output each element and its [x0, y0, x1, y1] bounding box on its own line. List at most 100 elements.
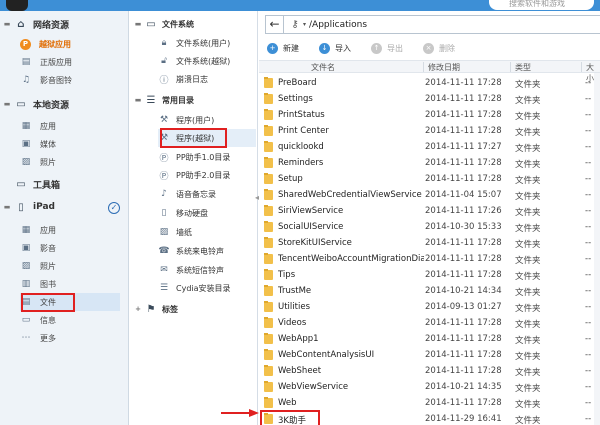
- delete-button[interactable]: × 删除: [423, 42, 455, 54]
- dir-item-wallpaper[interactable]: ▨ 墙纸: [158, 223, 256, 241]
- table-row[interactable]: WebContentAnalysisUI 2014-11-11 17:28 文件夹 -…: [259, 347, 600, 363]
- collapse-icon[interactable]: ▬: [132, 20, 144, 28]
- sidebar-item-jailbreak-apps[interactable]: P 越狱应用: [20, 35, 120, 53]
- sidebar-item-local-media[interactable]: ▣ 媒体: [20, 135, 120, 153]
- section-filesystem[interactable]: ▬ ▭ 文件系统: [130, 15, 258, 33]
- sidebar-item-ipad-photos[interactable]: ▨ 照片: [20, 257, 120, 275]
- table-row[interactable]: TrustMe 2014-10-21 14:34 文件夹 --: [259, 283, 600, 299]
- expand-icon[interactable]: +: [132, 305, 144, 313]
- sidebar-section-network[interactable]: ▬ ⌂ 网络资源: [0, 15, 129, 33]
- collapse-icon[interactable]: ▬: [132, 96, 144, 104]
- column-header-type[interactable]: 类型: [515, 62, 531, 73]
- dir-item-pp2-dir[interactable]: Ⓟ PP助手2.0目录: [158, 166, 256, 184]
- export-button[interactable]: ↑ 导出: [371, 42, 403, 54]
- table-row[interactable]: PreBoard 2014-11-11 17:28 文件夹 --: [259, 75, 600, 91]
- folder-icon: [264, 93, 273, 104]
- dir-item-voice-memos[interactable]: ♪ 语音备忘录: [158, 185, 256, 203]
- table-row[interactable]: WebSheet 2014-11-11 17:28 文件夹 --: [259, 363, 600, 379]
- table-row[interactable]: PrintStatus 2014-11-11 17:28 文件夹 --: [259, 107, 600, 123]
- back-button[interactable]: ←: [266, 16, 284, 33]
- file-date: 2014-11-11 17:28: [425, 254, 502, 264]
- vertical-scrollbar[interactable]: [594, 73, 600, 425]
- collapse-icon[interactable]: ▬: [0, 20, 14, 28]
- table-row[interactable]: Setup 2014-11-11 17:28 文件夹 --: [259, 171, 600, 187]
- table-row[interactable]: quicklookd 2014-11-11 17:27 文件夹 --: [259, 139, 600, 155]
- store-icon: ▤: [21, 57, 31, 67]
- file-date: 2014-11-11 17:28: [425, 270, 502, 280]
- section-common-dirs[interactable]: ▬ ☰ 常用目录: [130, 91, 258, 109]
- dir-item-mobile-disk[interactable]: ▯ 移动硬盘: [158, 204, 256, 222]
- lock-icon: 🔒︎: [161, 38, 167, 48]
- file-name: WebContentAnalysisUI: [278, 350, 375, 360]
- folder-icon: [264, 237, 273, 248]
- sidebar-item-ipad-more[interactable]: ⋯ 更多: [20, 329, 120, 347]
- sidebar-item-genuine-apps[interactable]: ▤ 正版应用: [20, 53, 120, 71]
- table-row[interactable]: TencentWeiboAccountMigrationDia... 2014-1…: [259, 251, 600, 267]
- section-tags[interactable]: + ⚑ 标签: [130, 300, 258, 318]
- dir-item-cydia-dir[interactable]: ☰ Cydia安装目录: [158, 279, 256, 297]
- dir-item-crash-logs[interactable]: ⓘ 崩溃日志: [158, 70, 256, 88]
- new-button[interactable]: + 新建: [267, 42, 299, 54]
- sidebar-item-local-photos[interactable]: ▨ 照片: [20, 153, 120, 171]
- table-row[interactable]: SharedWebCredentialViewService 2014-11-04…: [259, 187, 600, 203]
- table-row[interactable]: WebApp1 2014-11-11 17:28 文件夹 --: [259, 331, 600, 347]
- toolbox-icon: ▭: [16, 178, 26, 190]
- sidebar-item-local-apps[interactable]: ▦ 应用: [20, 117, 120, 135]
- dir-item-filesystem-user[interactable]: 🔒︎ 文件系统(用户): [158, 34, 256, 52]
- sidebar-item-ipad-books[interactable]: ▥ 图书: [20, 275, 120, 293]
- file-type: 文件夹: [515, 384, 541, 394]
- import-icon: ↓: [319, 42, 330, 54]
- folder-icon: [264, 141, 273, 152]
- dir-item-sms-ringtones[interactable]: ✉ 系统短信铃声: [158, 261, 256, 279]
- file-date: 2014-11-11 17:28: [425, 78, 502, 88]
- folder-icon: [264, 189, 273, 200]
- file-type: 文件夹: [515, 192, 541, 202]
- folder-icon: [264, 333, 273, 344]
- table-row[interactable]: Web 2014-11-11 17:28 文件夹 --: [259, 395, 600, 411]
- table-row[interactable]: SiriViewService 2014-11-11 17:26 文件夹 --: [259, 203, 600, 219]
- table-row[interactable]: Videos 2014-11-11 17:28 文件夹 --: [259, 315, 600, 331]
- file-date: 2014-11-11 17:26: [425, 206, 502, 216]
- sidebar-item-ipad-media[interactable]: ▣ 影音: [20, 239, 120, 257]
- sidebar-section-toolbox[interactable]: ▭ 工具箱: [0, 175, 129, 193]
- sidebar-item-ipad-apps[interactable]: ▦ 应用: [20, 221, 120, 239]
- chevron-down-icon[interactable]: ▾: [303, 21, 306, 28]
- table-row[interactable]: Tips 2014-11-11 17:28 文件夹 --: [259, 267, 600, 283]
- table-row[interactable]: SocialUIService 2014-10-30 15:33 文件夹 --: [259, 219, 600, 235]
- table-row[interactable]: WebViewService 2014-10-21 14:35 文件夹 --: [259, 379, 600, 395]
- file-date: 2014-11-11 17:28: [425, 126, 502, 136]
- file-browser: ← ⚷ ▾ /Applications + 新建 ↓ 导入 ↑ 导出 × 删除 文件名 …: [259, 11, 600, 425]
- file-date: 2014-11-11 17:28: [425, 398, 502, 408]
- list-icon: ☰: [159, 283, 169, 293]
- folder-icon: [264, 205, 273, 216]
- file-type: 文件夹: [515, 208, 541, 218]
- sidebar-item-ipad-messages[interactable]: ▭ 信息: [20, 311, 120, 329]
- file-date: 2014-11-11 17:28: [425, 334, 502, 344]
- search-input[interactable]: 搜索软件和游戏: [489, 0, 594, 10]
- dir-item-programs-user[interactable]: ⚒ 程序(用户): [158, 111, 256, 129]
- file-name: PreBoard: [278, 78, 317, 88]
- sidebar-item-media-ringtones[interactable]: ♫ 影音图铃: [20, 71, 120, 89]
- collapse-icon[interactable]: ▬: [0, 100, 14, 108]
- table-row[interactable]: Utilities 2014-09-13 01:27 文件夹 --: [259, 299, 600, 315]
- file-type: 文件夹: [515, 320, 541, 330]
- table-row[interactable]: Reminders 2014-11-11 17:28 文件夹 --: [259, 155, 600, 171]
- dir-item-call-ringtones[interactable]: ☎ 系统来电铃声: [158, 242, 256, 260]
- file-name: TencentWeiboAccountMigrationDia...: [278, 254, 424, 264]
- sidebar-section-local[interactable]: ▬ ▭ 本地资源: [0, 95, 129, 113]
- table-row[interactable]: Print Center 2014-11-11 17:28 文件夹 --: [259, 123, 600, 139]
- dir-item-filesystem-jailbreak[interactable]: 🔓︎ 文件系统(越狱): [158, 52, 256, 70]
- folder-icon: [264, 397, 273, 408]
- path-text[interactable]: /Applications: [309, 20, 367, 30]
- column-header-date[interactable]: 修改日期: [428, 62, 460, 73]
- import-button[interactable]: ↓ 导入: [319, 42, 351, 54]
- file-name: Tips: [278, 270, 296, 280]
- table-row[interactable]: Settings 2014-11-11 17:28 文件夹 --: [259, 91, 600, 107]
- file-type: 文件夹: [515, 352, 541, 362]
- file-name: TrustMe: [278, 286, 312, 296]
- device-icon[interactable]: ⚷: [288, 19, 302, 30]
- table-row[interactable]: StoreKitUIService 2014-11-11 17:28 文件夹 --: [259, 235, 600, 251]
- collapse-icon[interactable]: ▬: [0, 203, 14, 211]
- dir-item-pp1-dir[interactable]: Ⓟ PP助手1.0目录: [158, 148, 256, 166]
- column-header-name[interactable]: 文件名: [311, 62, 335, 73]
